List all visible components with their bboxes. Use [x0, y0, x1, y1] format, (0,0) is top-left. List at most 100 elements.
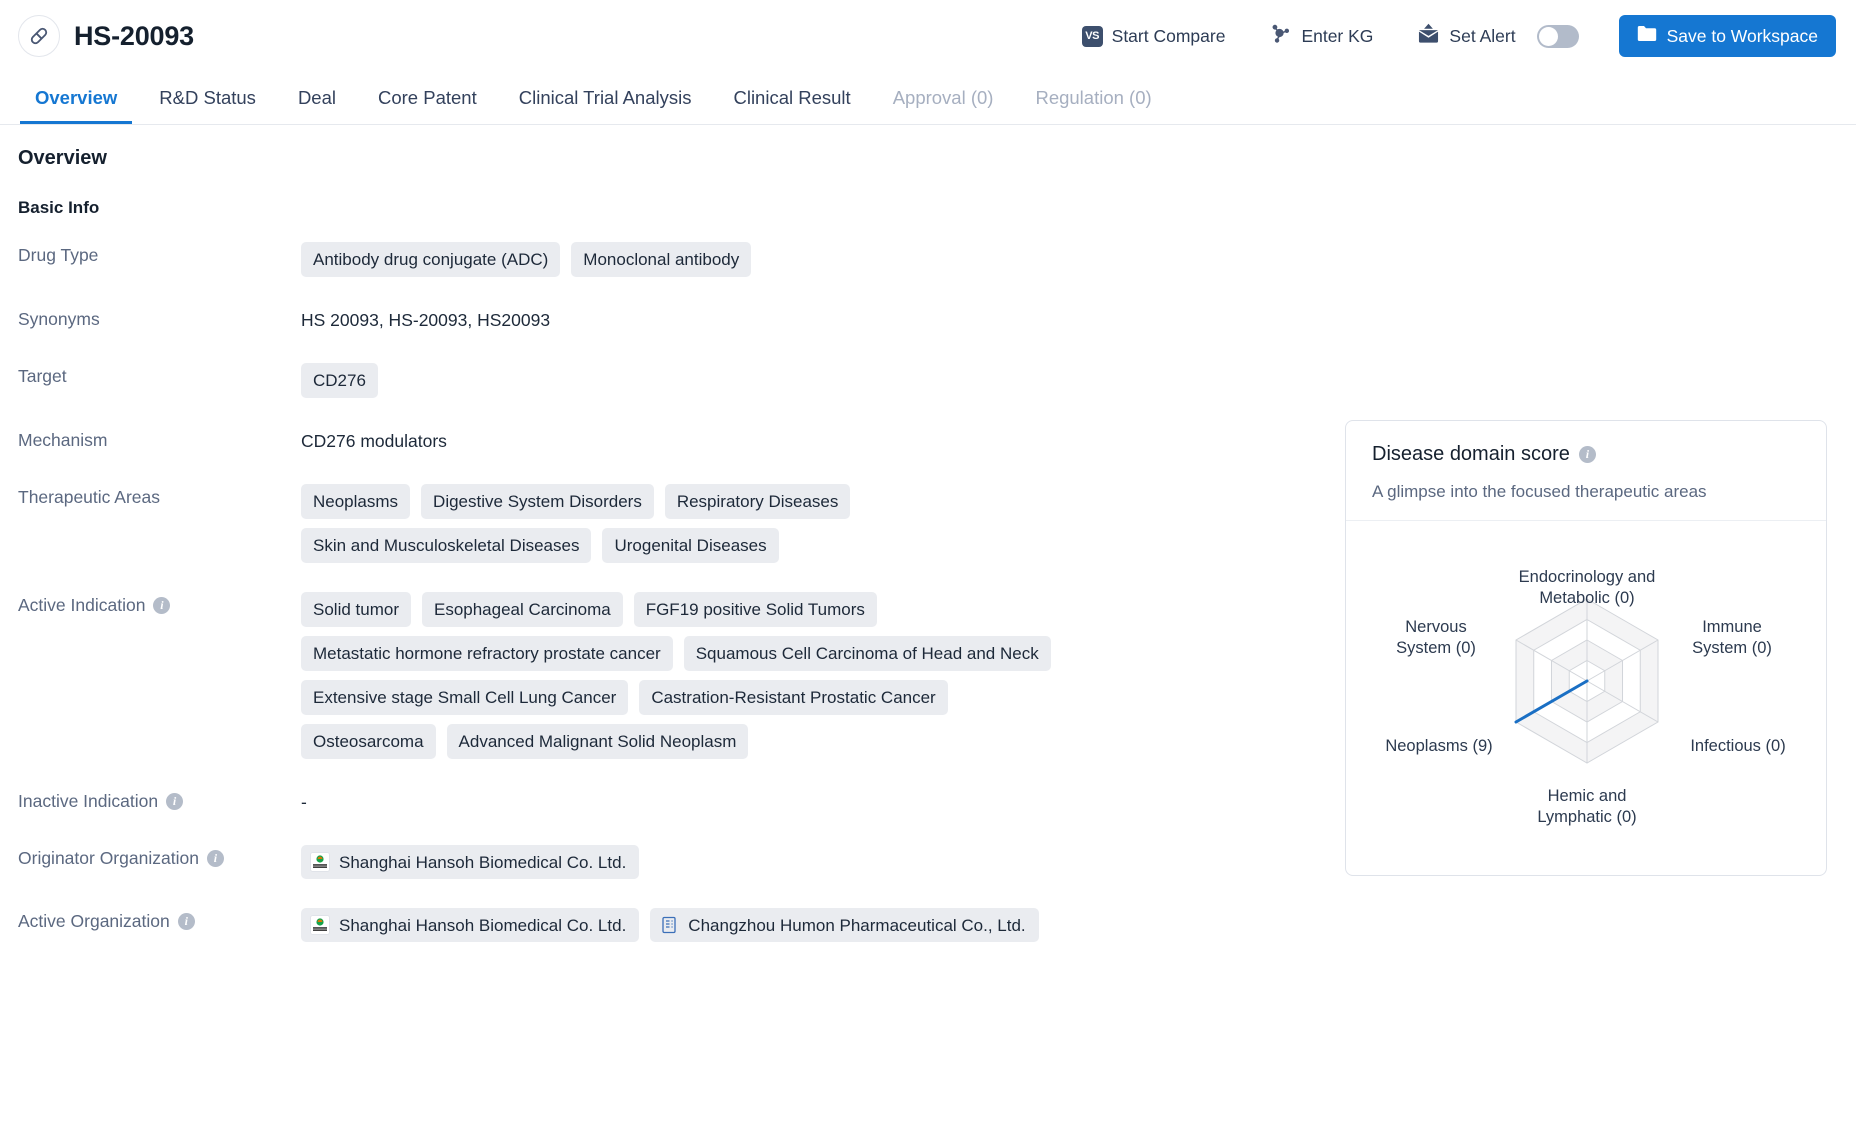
row-label-text: Mechanism — [18, 430, 108, 450]
row-label-synonyms: Synonyms — [18, 304, 301, 330]
capsule-icon — [18, 15, 60, 57]
chip-esophageal-carcinoma[interactable]: Esophageal Carcinoma — [421, 592, 623, 627]
alert-mail-icon — [1417, 23, 1440, 49]
toggle-knob — [1538, 26, 1558, 46]
radar-card-title-row: Disease domain score i — [1372, 443, 1800, 466]
enter-kg-button[interactable]: Enter KG — [1247, 22, 1395, 50]
row-label-text: Inactive Indication — [18, 791, 159, 811]
row-value-originator-organization: Shanghai Hansoh Biomedical Co. Ltd. — [301, 843, 640, 879]
row-label-active-indication: Active Indication i — [18, 590, 301, 616]
save-to-workspace-label: Save to Workspace — [1666, 25, 1818, 46]
tab-label: Clinical Result — [733, 87, 851, 108]
set-alert-label: Set Alert — [1449, 25, 1516, 46]
row-value-target: CD276 — [301, 361, 378, 398]
row-label-text: Therapeutic Areas — [18, 487, 161, 507]
chip-castration-resistant-prostatic-cancer[interactable]: Castration-Resistant Prostatic Cancer — [639, 680, 948, 715]
row-label-originator-organization: Originator Organization i — [18, 843, 301, 869]
row-label-text: Drug Type — [18, 245, 99, 265]
info-icon[interactable]: i — [206, 850, 224, 867]
row-label-drug-type: Drug Type — [18, 240, 301, 266]
disease-domain-score-card: Disease domain score i A glimpse into th… — [1345, 420, 1827, 876]
org-name: Shanghai Hansoh Biomedical Co. Ltd. — [339, 915, 627, 935]
tab-clinical-trial-analysis[interactable]: Clinical Trial Analysis — [498, 72, 713, 124]
org-name: Shanghai Hansoh Biomedical Co. Ltd. — [339, 852, 627, 872]
start-compare-button[interactable]: VS Start Compare — [1060, 25, 1248, 47]
chip-respiratory-diseases[interactable]: Respiratory Diseases — [664, 484, 851, 519]
tab-label: Core Patent — [378, 87, 477, 108]
start-compare-label: Start Compare — [1111, 25, 1226, 46]
info-icon[interactable]: i — [177, 913, 195, 930]
chip-neoplasms[interactable]: Neoplasms — [301, 484, 411, 519]
chip-solid-tumor[interactable]: Solid tumor — [301, 592, 411, 627]
folder-icon — [1637, 25, 1657, 47]
chip-urogenital-diseases[interactable]: Urogenital Diseases — [602, 528, 779, 563]
org-chip-changzhou-humon-pharmaceutical-co-ltd[interactable]: Changzhou Humon Pharmaceutical Co., Ltd. — [650, 908, 1039, 942]
knowledge-graph-icon — [1269, 22, 1292, 50]
tab-approval: Approval (0) — [872, 72, 1015, 124]
tab-label: Deal — [297, 87, 336, 108]
tab-label: Regulation (0) — [1035, 87, 1152, 108]
radar-chart-svg — [1514, 598, 1659, 764]
row-label-text: Active Indication — [18, 595, 146, 615]
chip-skin-and-musculoskeletal-diseases[interactable]: Skin and Musculoskeletal Diseases — [301, 528, 592, 563]
chip-monoclonal-antibody[interactable]: Monoclonal antibody — [571, 242, 752, 277]
tab-label: R&D Status — [159, 87, 256, 108]
hansoh-logo-icon — [310, 915, 330, 935]
vs-badge-icon: VS — [1081, 25, 1103, 47]
row-value-active-indication: Solid tumor Esophageal Carcinoma FGF19 pos… — [301, 590, 1091, 759]
building-icon — [659, 915, 679, 935]
page-title: HS-20093 — [74, 20, 194, 51]
info-row-target: Target CD276 — [18, 361, 1856, 398]
brand-block: HS-20093 — [18, 15, 194, 57]
row-label-text: Originator Organization — [18, 848, 199, 868]
row-value-inactive-indication: - — [301, 792, 307, 812]
row-label-active-organization: Active Organization i — [18, 906, 301, 932]
basic-info-heading: Basic Info — [18, 198, 100, 217]
row-label-text: Active Organization — [18, 911, 170, 931]
chip-digestive-system-disorders[interactable]: Digestive System Disorders — [421, 484, 654, 519]
tab-overview[interactable]: Overview — [14, 72, 138, 124]
row-label-mechanism: Mechanism — [18, 425, 301, 451]
radar-card-header: Disease domain score i A glimpse into th… — [1346, 421, 1826, 521]
chip-fgf19-positive-solid-tumors[interactable]: FGF19 positive Solid Tumors — [633, 592, 877, 627]
info-icon[interactable]: i — [166, 793, 184, 810]
tab-regulation: Regulation (0) — [1014, 72, 1172, 124]
tab-label: Approval (0) — [892, 87, 994, 108]
info-icon[interactable]: i — [153, 597, 171, 614]
org-chip-shanghai-hansoh-biomedical-co-ltd[interactable]: Shanghai Hansoh Biomedical Co. Ltd. — [301, 908, 640, 942]
set-alert-button[interactable]: Set Alert — [1395, 23, 1600, 49]
tab-core-patent[interactable]: Core Patent — [357, 72, 498, 124]
chip-advanced-malignant-solid-neoplasm[interactable]: Advanced Malignant Solid Neoplasm — [446, 724, 749, 759]
set-alert-toggle[interactable] — [1536, 24, 1579, 48]
chip-squamous-cell-carcinoma-of-head-and-neck[interactable]: Squamous Cell Carcinoma of Head and Neck — [683, 636, 1051, 671]
chip-osteosarcoma[interactable]: Osteosarcoma — [301, 724, 436, 759]
save-to-workspace-button[interactable]: Save to Workspace — [1618, 15, 1836, 57]
row-value-drug-type: Antibody drug conjugate (ADC) Monoclonal … — [301, 240, 752, 277]
tab-clinical-result[interactable]: Clinical Result — [712, 72, 871, 124]
chip-metastatic-hormone-refractory-prostate-cancer[interactable]: Metastatic hormone refractory prostate c… — [301, 636, 673, 671]
radar-card-subtitle: A glimpse into the focused therapeutic a… — [1346, 482, 1826, 521]
tab-label: Clinical Trial Analysis — [518, 87, 692, 108]
row-value-therapeutic-areas: Neoplasms Digestive System Disorders Respi… — [301, 482, 1091, 563]
org-name: Changzhou Humon Pharmaceutical Co., Ltd. — [688, 915, 1026, 935]
tab-rd-status[interactable]: R&D Status — [138, 72, 277, 124]
tab-label: Overview — [35, 87, 118, 108]
chip-antibody-drug-conjugate-adc[interactable]: Antibody drug conjugate (ADC) — [301, 242, 561, 277]
chip-extensive-stage-small-cell-lung-cancer[interactable]: Extensive stage Small Cell Lung Cancer — [301, 680, 629, 715]
header-actions: VS Start Compare Enter KG Set Alert Save… — [1060, 15, 1836, 57]
hansoh-logo-icon — [310, 852, 330, 872]
row-value-synonyms: HS 20093, HS-20093, HS20093 — [301, 310, 551, 330]
info-icon[interactable]: i — [1578, 446, 1596, 463]
radar-chart: Endocrinology and Metabolic (0) Immune Sy… — [1346, 521, 1826, 871]
row-label-text: Synonyms — [18, 309, 100, 329]
enter-kg-label: Enter KG — [1301, 25, 1374, 46]
row-label-text: Target — [18, 366, 67, 386]
overview-page: Overview Basic Info Drug Type Antibody dr… — [0, 125, 1856, 1137]
row-value-mechanism: CD276 modulators — [301, 431, 447, 451]
info-row-drug-type: Drug Type Antibody drug conjugate (ADC) Mo… — [18, 240, 1856, 277]
org-chip-shanghai-hansoh-biomedical-co-ltd[interactable]: Shanghai Hansoh Biomedical Co. Ltd. — [301, 845, 640, 879]
tab-deal[interactable]: Deal — [277, 72, 357, 124]
row-value-active-organization: Shanghai Hansoh Biomedical Co. Ltd. Chang… — [301, 906, 1039, 942]
chip-cd276[interactable]: CD276 — [301, 363, 378, 398]
radar-card-title: Disease domain score — [1372, 443, 1570, 465]
